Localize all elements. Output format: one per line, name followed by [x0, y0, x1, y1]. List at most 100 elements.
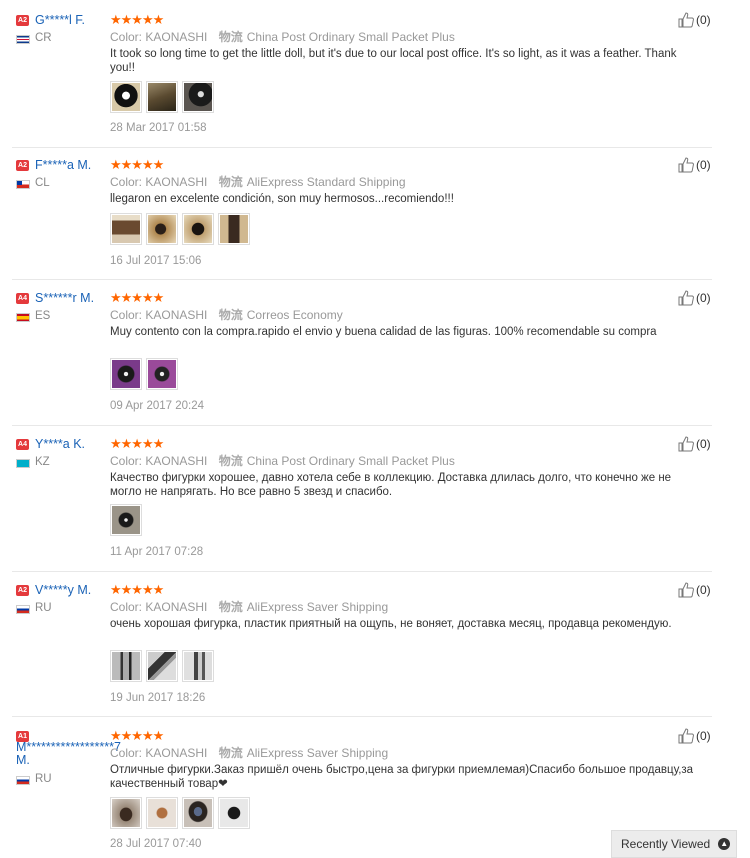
review-photo-thumbnail[interactable] — [146, 358, 178, 390]
country-flag-icon — [16, 459, 30, 468]
buyer-level-badge: A2 — [16, 160, 29, 171]
review-photo-thumbnail[interactable] — [218, 213, 250, 245]
country-code: RU — [35, 773, 52, 785]
color-value: KAONASHI — [145, 175, 208, 189]
logistics-glyph: 物流 — [218, 308, 243, 322]
helpful-button[interactable]: (0) — [678, 12, 711, 28]
review-photo-thumbnail[interactable] — [182, 81, 214, 113]
review-photo-thumbnail[interactable] — [110, 797, 142, 829]
thumbs-up-icon — [678, 436, 694, 452]
helpful-button[interactable]: (0) — [678, 728, 711, 744]
recently-viewed-label: Recently Viewed — [621, 837, 711, 851]
thumbs-up-icon — [678, 290, 694, 306]
review-text: очень хорошая фигурка, пластик приятный … — [110, 618, 672, 630]
review-photo-thumbnail[interactable] — [110, 504, 142, 536]
order-info: Color: KAONASHI 物流 Correos Economy — [110, 308, 343, 323]
review-photo-thumbnail[interactable] — [218, 797, 250, 829]
helpful-button[interactable]: (0) — [678, 290, 711, 306]
helpful-button[interactable]: (0) — [678, 157, 711, 173]
divider — [12, 571, 712, 572]
logistics-glyph: 物流 — [218, 454, 243, 468]
review-text: Качество фигурки хорошее, давно хотела с… — [110, 472, 672, 498]
reviewer-name[interactable]: V*****y M. — [35, 582, 91, 598]
review-photos — [110, 81, 214, 113]
thumbs-up-icon — [678, 582, 694, 598]
review-photos — [110, 797, 250, 829]
divider — [12, 425, 712, 426]
helpful-count: (0) — [696, 291, 711, 305]
shipping-method: Correos Economy — [246, 308, 343, 322]
thumbs-up-icon — [678, 157, 694, 173]
country-flag-icon — [16, 776, 30, 785]
color-value: KAONASHI — [145, 308, 208, 322]
logistics-glyph: 物流 — [218, 746, 243, 760]
recently-viewed-tab[interactable]: Recently Viewed ▲ — [611, 830, 737, 858]
shipping-method: AliExpress Saver Shipping — [246, 746, 389, 760]
review-photos — [110, 650, 214, 682]
color-value: KAONASHI — [145, 746, 208, 760]
review-date: 09 Apr 2017 20:24 — [110, 400, 204, 412]
color-label: Color: — [110, 30, 143, 44]
review-photos — [110, 213, 250, 245]
review-photos — [110, 504, 142, 536]
review-photo-thumbnail[interactable] — [182, 213, 214, 245]
country-code: CR — [35, 32, 52, 44]
review-photo-thumbnail[interactable] — [146, 650, 178, 682]
review-photo-thumbnail[interactable] — [110, 213, 142, 245]
buyer-level-badge: A4 — [16, 293, 29, 304]
color-label: Color: — [110, 600, 143, 614]
order-info: Color: KAONASHI 物流 AliExpress Standard Sh… — [110, 175, 406, 190]
review-text: Отличные фигурки.Заказ пришёл очень быст… — [110, 764, 694, 790]
helpful-count: (0) — [696, 13, 711, 27]
star-rating: ★★★★★ — [110, 582, 164, 597]
country-flag-icon — [16, 605, 30, 614]
review-photo-thumbnail[interactable] — [182, 650, 214, 682]
star-rating: ★★★★★ — [110, 290, 164, 305]
star-rating: ★★★★★ — [110, 157, 164, 172]
divider — [12, 147, 712, 148]
review-photo-thumbnail[interactable] — [182, 797, 214, 829]
review-photo-thumbnail[interactable] — [110, 358, 142, 390]
review-photo-thumbnail[interactable] — [146, 81, 178, 113]
country-code: KZ — [35, 456, 50, 468]
shipping-method: China Post Ordinary Small Packet Plus — [246, 454, 455, 468]
review-date: 16 Jul 2017 15:06 — [110, 255, 202, 267]
helpful-count: (0) — [696, 437, 711, 451]
country-flag-icon — [16, 35, 30, 44]
helpful-button[interactable]: (0) — [678, 436, 711, 452]
review-date: 28 Mar 2017 01:58 — [110, 122, 207, 134]
divider — [12, 716, 712, 717]
review-date: 11 Apr 2017 07:28 — [110, 546, 204, 558]
buyer-level-badge: A4 — [16, 439, 29, 450]
thumbs-up-icon — [678, 728, 694, 744]
reviewer-name[interactable]: Y****a K. — [35, 436, 85, 452]
review-photo-thumbnail[interactable] — [146, 213, 178, 245]
review-photo-thumbnail[interactable] — [110, 650, 142, 682]
buyer-level-badge: A2 — [16, 15, 29, 26]
color-label: Color: — [110, 175, 143, 189]
review-text: It took so long time to get the little d… — [110, 48, 677, 74]
color-label: Color: — [110, 746, 143, 760]
reviewer-name[interactable]: F*****a M. — [35, 157, 91, 173]
color-value: KAONASHI — [145, 454, 208, 468]
logistics-glyph: 物流 — [218, 175, 243, 189]
country-code: RU — [35, 602, 52, 614]
review-photo-thumbnail[interactable] — [110, 81, 142, 113]
helpful-button[interactable]: (0) — [678, 582, 711, 598]
review-text: Muy contento con la compra.rapido el env… — [110, 326, 657, 338]
shipping-method: AliExpress Saver Shipping — [246, 600, 389, 614]
review-text: llegaron en excelente condición, son muy… — [110, 193, 454, 205]
shipping-method: AliExpress Standard Shipping — [246, 175, 406, 189]
review-photo-thumbnail[interactable] — [146, 797, 178, 829]
helpful-count: (0) — [696, 583, 711, 597]
thumbs-up-icon — [678, 12, 694, 28]
star-rating: ★★★★★ — [110, 436, 164, 451]
country-code: CL — [35, 177, 50, 189]
order-info: Color: KAONASHI 物流 China Post Ordinary Sm… — [110, 454, 455, 469]
reviewer-name[interactable]: G*****l F. — [35, 12, 85, 28]
order-info: Color: KAONASHI 物流 China Post Ordinary Sm… — [110, 30, 455, 45]
review-date: 28 Jul 2017 07:40 — [110, 838, 202, 850]
reviewer-name[interactable]: S******r M. — [35, 290, 94, 306]
chevron-up-icon: ▲ — [718, 838, 731, 850]
color-label: Color: — [110, 308, 143, 322]
